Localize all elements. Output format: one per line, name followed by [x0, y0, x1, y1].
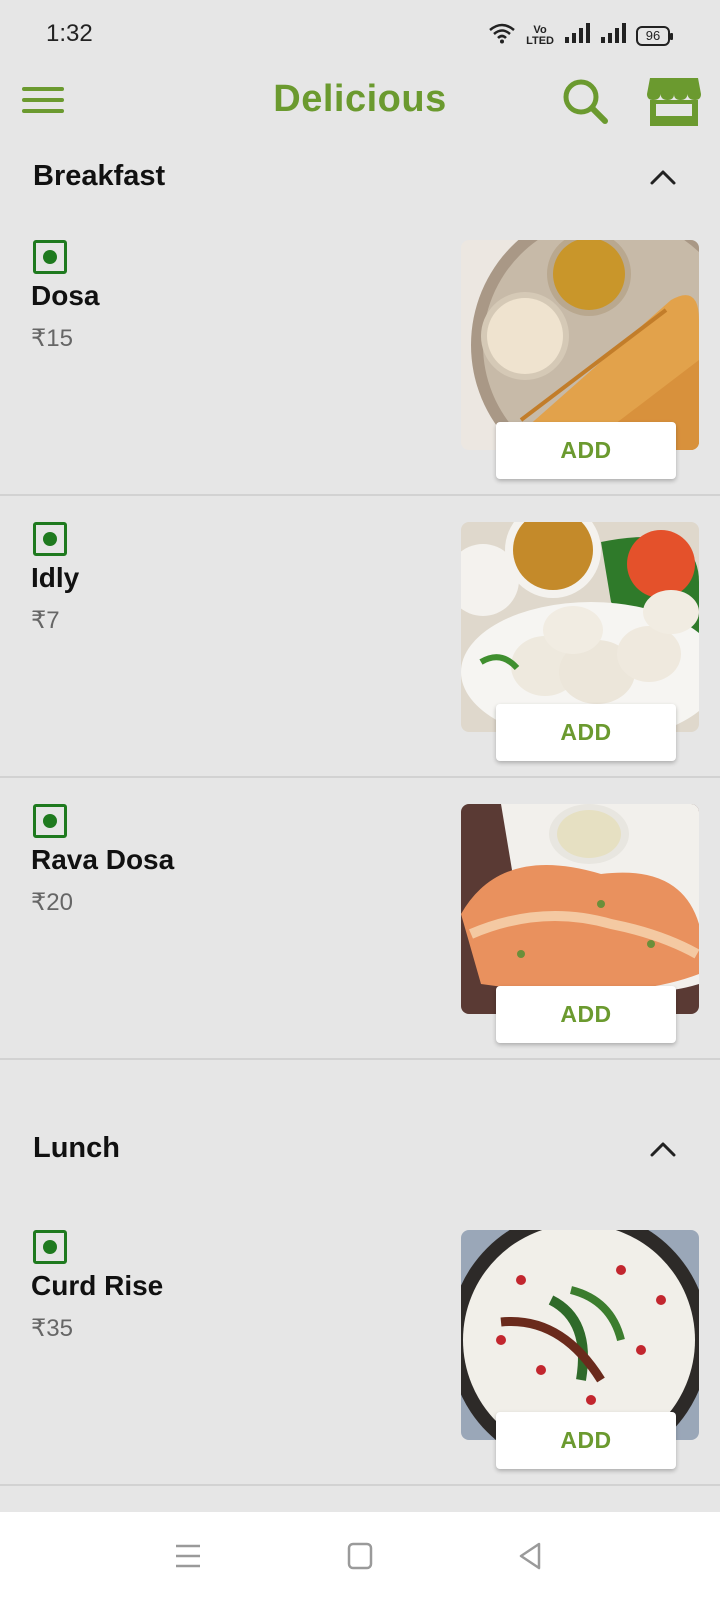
- volte-bottom-label: LTED: [526, 34, 554, 47]
- item-price: ₹7: [31, 607, 60, 634]
- item-price: ₹35: [31, 1315, 73, 1342]
- add-button[interactable]: ADD: [496, 986, 676, 1043]
- app-title: Delicious: [273, 78, 447, 120]
- item-price: ₹20: [31, 889, 73, 916]
- item-price: ₹15: [31, 325, 73, 352]
- idly-photo: [461, 522, 699, 732]
- item-name: Idly: [31, 562, 80, 593]
- add-button[interactable]: ADD: [496, 422, 676, 479]
- store-icon[interactable]: [646, 74, 702, 128]
- item-name: Rava Dosa: [31, 844, 175, 875]
- signal-icon-2: [600, 22, 626, 49]
- volte-icon: Vo LTED: [526, 24, 554, 47]
- home-icon[interactable]: [338, 1534, 382, 1578]
- signal-icon-1: [564, 22, 590, 49]
- item-name: Curd Rise: [31, 1270, 164, 1301]
- section-title: Lunch: [33, 1132, 120, 1164]
- status-icons: Vo LTED 96: [488, 22, 673, 49]
- veg-indicator-icon: [33, 522, 67, 556]
- add-button[interactable]: ADD: [496, 1412, 676, 1469]
- back-icon[interactable]: [508, 1534, 552, 1578]
- veg-indicator-icon: [33, 804, 67, 838]
- section-header-breakfast[interactable]: Breakfast: [0, 152, 720, 202]
- status-time: 1:32: [46, 20, 93, 47]
- wifi-icon: [488, 22, 516, 49]
- chevron-up-icon[interactable]: [646, 162, 680, 192]
- status-bar: 1:32 Vo LTED 96: [0, 0, 720, 70]
- battery-icon: 96: [636, 25, 673, 46]
- veg-indicator-icon: [33, 240, 67, 274]
- system-nav-bar: [0, 1512, 720, 1600]
- dosa-photo: [461, 240, 699, 450]
- chevron-up-icon[interactable]: [646, 1134, 680, 1164]
- rava-dosa-photo: [461, 804, 699, 1014]
- curd-rice-photo: [461, 1230, 699, 1440]
- search-icon[interactable]: [560, 76, 610, 126]
- app-bar: Delicious: [0, 70, 720, 134]
- veg-indicator-icon: [33, 1230, 67, 1264]
- menu-item-curd-rise: Curd Rise ₹35 ADD: [0, 1206, 720, 1486]
- menu-item-dosa: Dosa ₹15 ADD: [0, 216, 720, 496]
- add-button[interactable]: ADD: [496, 704, 676, 761]
- recent-apps-icon[interactable]: [166, 1534, 210, 1578]
- menu-item-rava-dosa: Rava Dosa ₹20 ADD: [0, 780, 720, 1060]
- section-title: Breakfast: [33, 160, 166, 192]
- section-header-lunch[interactable]: Lunch: [0, 1124, 720, 1174]
- menu-item-idly: Idly ₹7 ADD: [0, 498, 720, 778]
- item-name: Dosa: [31, 280, 100, 311]
